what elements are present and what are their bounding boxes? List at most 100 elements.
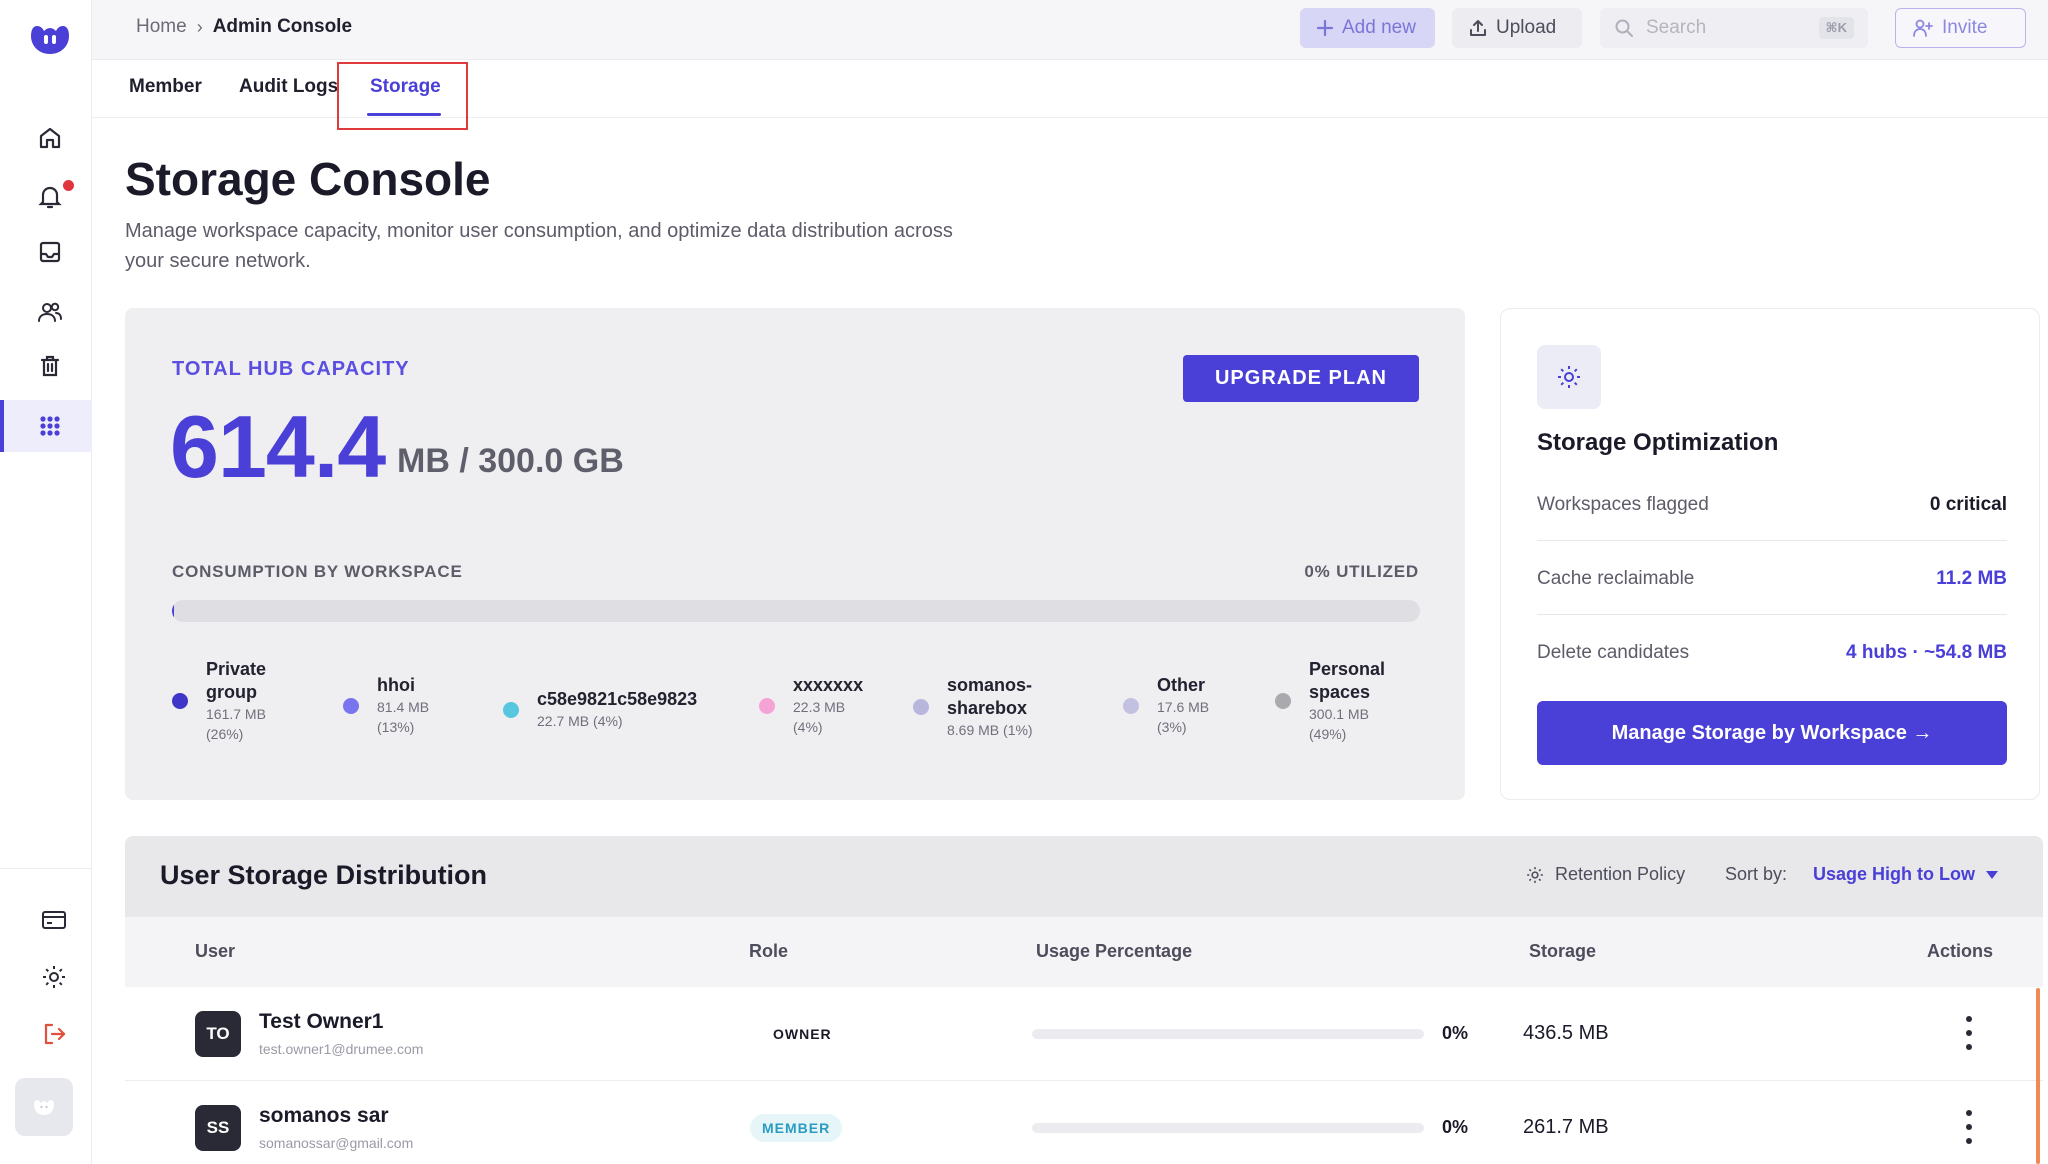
column-user[interactable]: User [195, 941, 235, 962]
add-new-label: Add new [1342, 17, 1416, 38]
opt-row-delete: Delete candidates 4 hubs · ~54.8 MB [1537, 617, 2007, 689]
sidebar [0, 0, 92, 1164]
caret-down-icon [1986, 870, 1998, 879]
legend-name: group [206, 682, 257, 702]
legend-name: Personal [1309, 659, 1386, 679]
opt-row-label: Delete candidates [1537, 642, 1690, 663]
table-row[interactable]: TO Test Owner1 test.owner1@drumee.com OW… [125, 987, 2043, 1081]
invite-button[interactable]: Invite [1895, 8, 2026, 48]
legend-size: 22.7 MB (4%) [537, 713, 623, 729]
opt-row-value: 0 critical [1929, 493, 2007, 515]
legend-item-private-group: Private group 161.7 MB (26%) [172, 658, 266, 744]
user-email: somanossar@gmail.com [259, 1135, 414, 1151]
settings-gear-icon[interactable] [34, 957, 74, 997]
consumption-label: CONSUMPTION BY WORKSPACE [172, 562, 463, 581]
user-avatar[interactable] [15, 1078, 73, 1136]
optimization-title: Storage Optimization [1537, 429, 1779, 456]
user-storage: 261.7 MB [1523, 1116, 1609, 1138]
legend-name: Other [1157, 675, 1206, 695]
user-avatar-initials: TO [195, 1011, 241, 1057]
sort-label: Sort by: [1725, 864, 1788, 884]
tab-highlight-box [337, 62, 468, 130]
row-actions-menu-icon[interactable] [1957, 1110, 1981, 1144]
user-email: test.owner1@drumee.com [259, 1041, 424, 1057]
legend-dot [172, 693, 188, 709]
legend-item-somanos-sharebox: somanos- sharebox 8.69 MB (1%) [913, 674, 1033, 740]
capacity-label: TOTAL HUB CAPACITY [172, 358, 410, 380]
opt-row-cache: Cache reclaimable 11.2 MB [1537, 543, 2007, 615]
page-title: Storage Console [125, 153, 491, 205]
upload-button[interactable]: Upload [1452, 8, 1582, 48]
user-name: somanos sar [259, 1104, 389, 1127]
opt-row-value: 11.2 MB [1936, 567, 2007, 589]
usage-percent: 0% [1442, 1023, 1469, 1043]
opt-row-label: Cache reclaimable [1537, 567, 1695, 589]
legend-size: 8.69 MB (1%) [947, 722, 1033, 738]
capacity-total: MB / 300.0 GB [397, 442, 624, 480]
legend-size: 300.1 MB [1309, 706, 1369, 722]
breadcrumb: Home › Admin Console [136, 16, 352, 38]
legend-dot [1123, 697, 1139, 714]
notification-dot [63, 180, 74, 191]
column-usage[interactable]: Usage Percentage [1036, 941, 1192, 962]
usage-percent: 0% [1442, 1117, 1469, 1137]
billing-card-icon[interactable] [34, 900, 74, 940]
column-role[interactable]: Role [749, 941, 788, 962]
user-storage-distribution: User Storage Distribution Retention Poli… [125, 836, 2043, 1164]
legend-dot [503, 701, 519, 718]
legend-size: 161.7 MB [206, 706, 266, 722]
legend-name: hhoi [377, 675, 415, 695]
apps-grid-icon[interactable] [30, 406, 70, 446]
legend-pct: (26%) [206, 726, 244, 742]
search-icon [1615, 19, 1633, 37]
legend-pct: (49%) [1309, 726, 1347, 742]
role-badge: OWNER [773, 1026, 832, 1042]
app-logo-icon[interactable] [29, 22, 71, 58]
users-icon[interactable] [30, 292, 70, 332]
retention-policy-button[interactable]: Retention Policy [1525, 864, 1685, 885]
legend-name: spaces [1309, 682, 1371, 702]
optimization-gear-icon [1537, 345, 1601, 409]
legend-name: somanos- [947, 675, 1033, 695]
page-description: Manage workspace capacity, monitor user … [125, 220, 953, 272]
manage-storage-button[interactable]: Manage Storage by Workspace → [1537, 701, 2007, 765]
tab-member[interactable]: Member [129, 76, 202, 98]
workspace-legend: Private group 161.7 MB (26%) hhoi 81.4 M… [172, 658, 1420, 758]
utilized-label: 0% UTILIZED [1304, 562, 1419, 581]
storage-optimization-card: Storage Optimization Workspaces flagged … [1500, 308, 2040, 800]
row-actions-menu-icon[interactable] [1957, 1016, 1981, 1050]
breadcrumb-home[interactable]: Home [136, 16, 187, 38]
legend-size: 22.3 MB [793, 699, 846, 715]
upload-label: Upload [1496, 17, 1557, 38]
column-actions: Actions [1927, 941, 1994, 961]
tab-audit-logs[interactable]: Audit Logs [239, 76, 338, 98]
legend-item-hhoi: hhoi 81.4 MB (13%) [343, 674, 429, 737]
legend-size: 17.6 MB [1157, 699, 1210, 715]
home-icon[interactable] [30, 118, 70, 158]
trash-icon[interactable] [30, 346, 70, 386]
invite-label: Invite [1942, 17, 1988, 38]
role-badge: MEMBER [750, 1114, 843, 1142]
column-storage[interactable]: Storage [1529, 941, 1596, 962]
legend-pct: (4%) [793, 719, 823, 735]
sort-dropdown[interactable]: Usage High to Low [1813, 864, 1999, 885]
logout-icon[interactable] [34, 1014, 74, 1054]
add-new-button[interactable]: Add new [1300, 8, 1435, 48]
upgrade-plan-button[interactable]: UPGRADE PLAN [1183, 355, 1419, 402]
search-shortcut: ⌘K [1818, 17, 1854, 39]
opt-row-label: Workspaces flagged [1537, 493, 1709, 515]
capacity-bar [172, 600, 1420, 622]
opt-row-value: 4 hubs · ~54.8 MB [1845, 642, 2007, 663]
search-input[interactable] [1646, 17, 1806, 39]
scrollbar[interactable] [2036, 988, 2040, 1164]
legend-size: 81.4 MB [377, 699, 430, 715]
search-box[interactable]: ⌘K [1600, 8, 1868, 48]
legend-item-other: Other 17.6 MB (3%) [1123, 674, 1209, 737]
distribution-header: User Storage Distribution Retention Poli… [125, 836, 2043, 917]
inbox-icon[interactable] [30, 232, 70, 272]
legend-pct: (3%) [1157, 719, 1187, 735]
table-header: User Role Usage Percentage Storage Actio… [125, 917, 2043, 987]
upload-icon [1470, 20, 1486, 36]
table-row[interactable]: SS somanos sar somanossar@gmail.com MEMB… [125, 1081, 2043, 1164]
breadcrumb-current: Admin Console [212, 16, 353, 37]
